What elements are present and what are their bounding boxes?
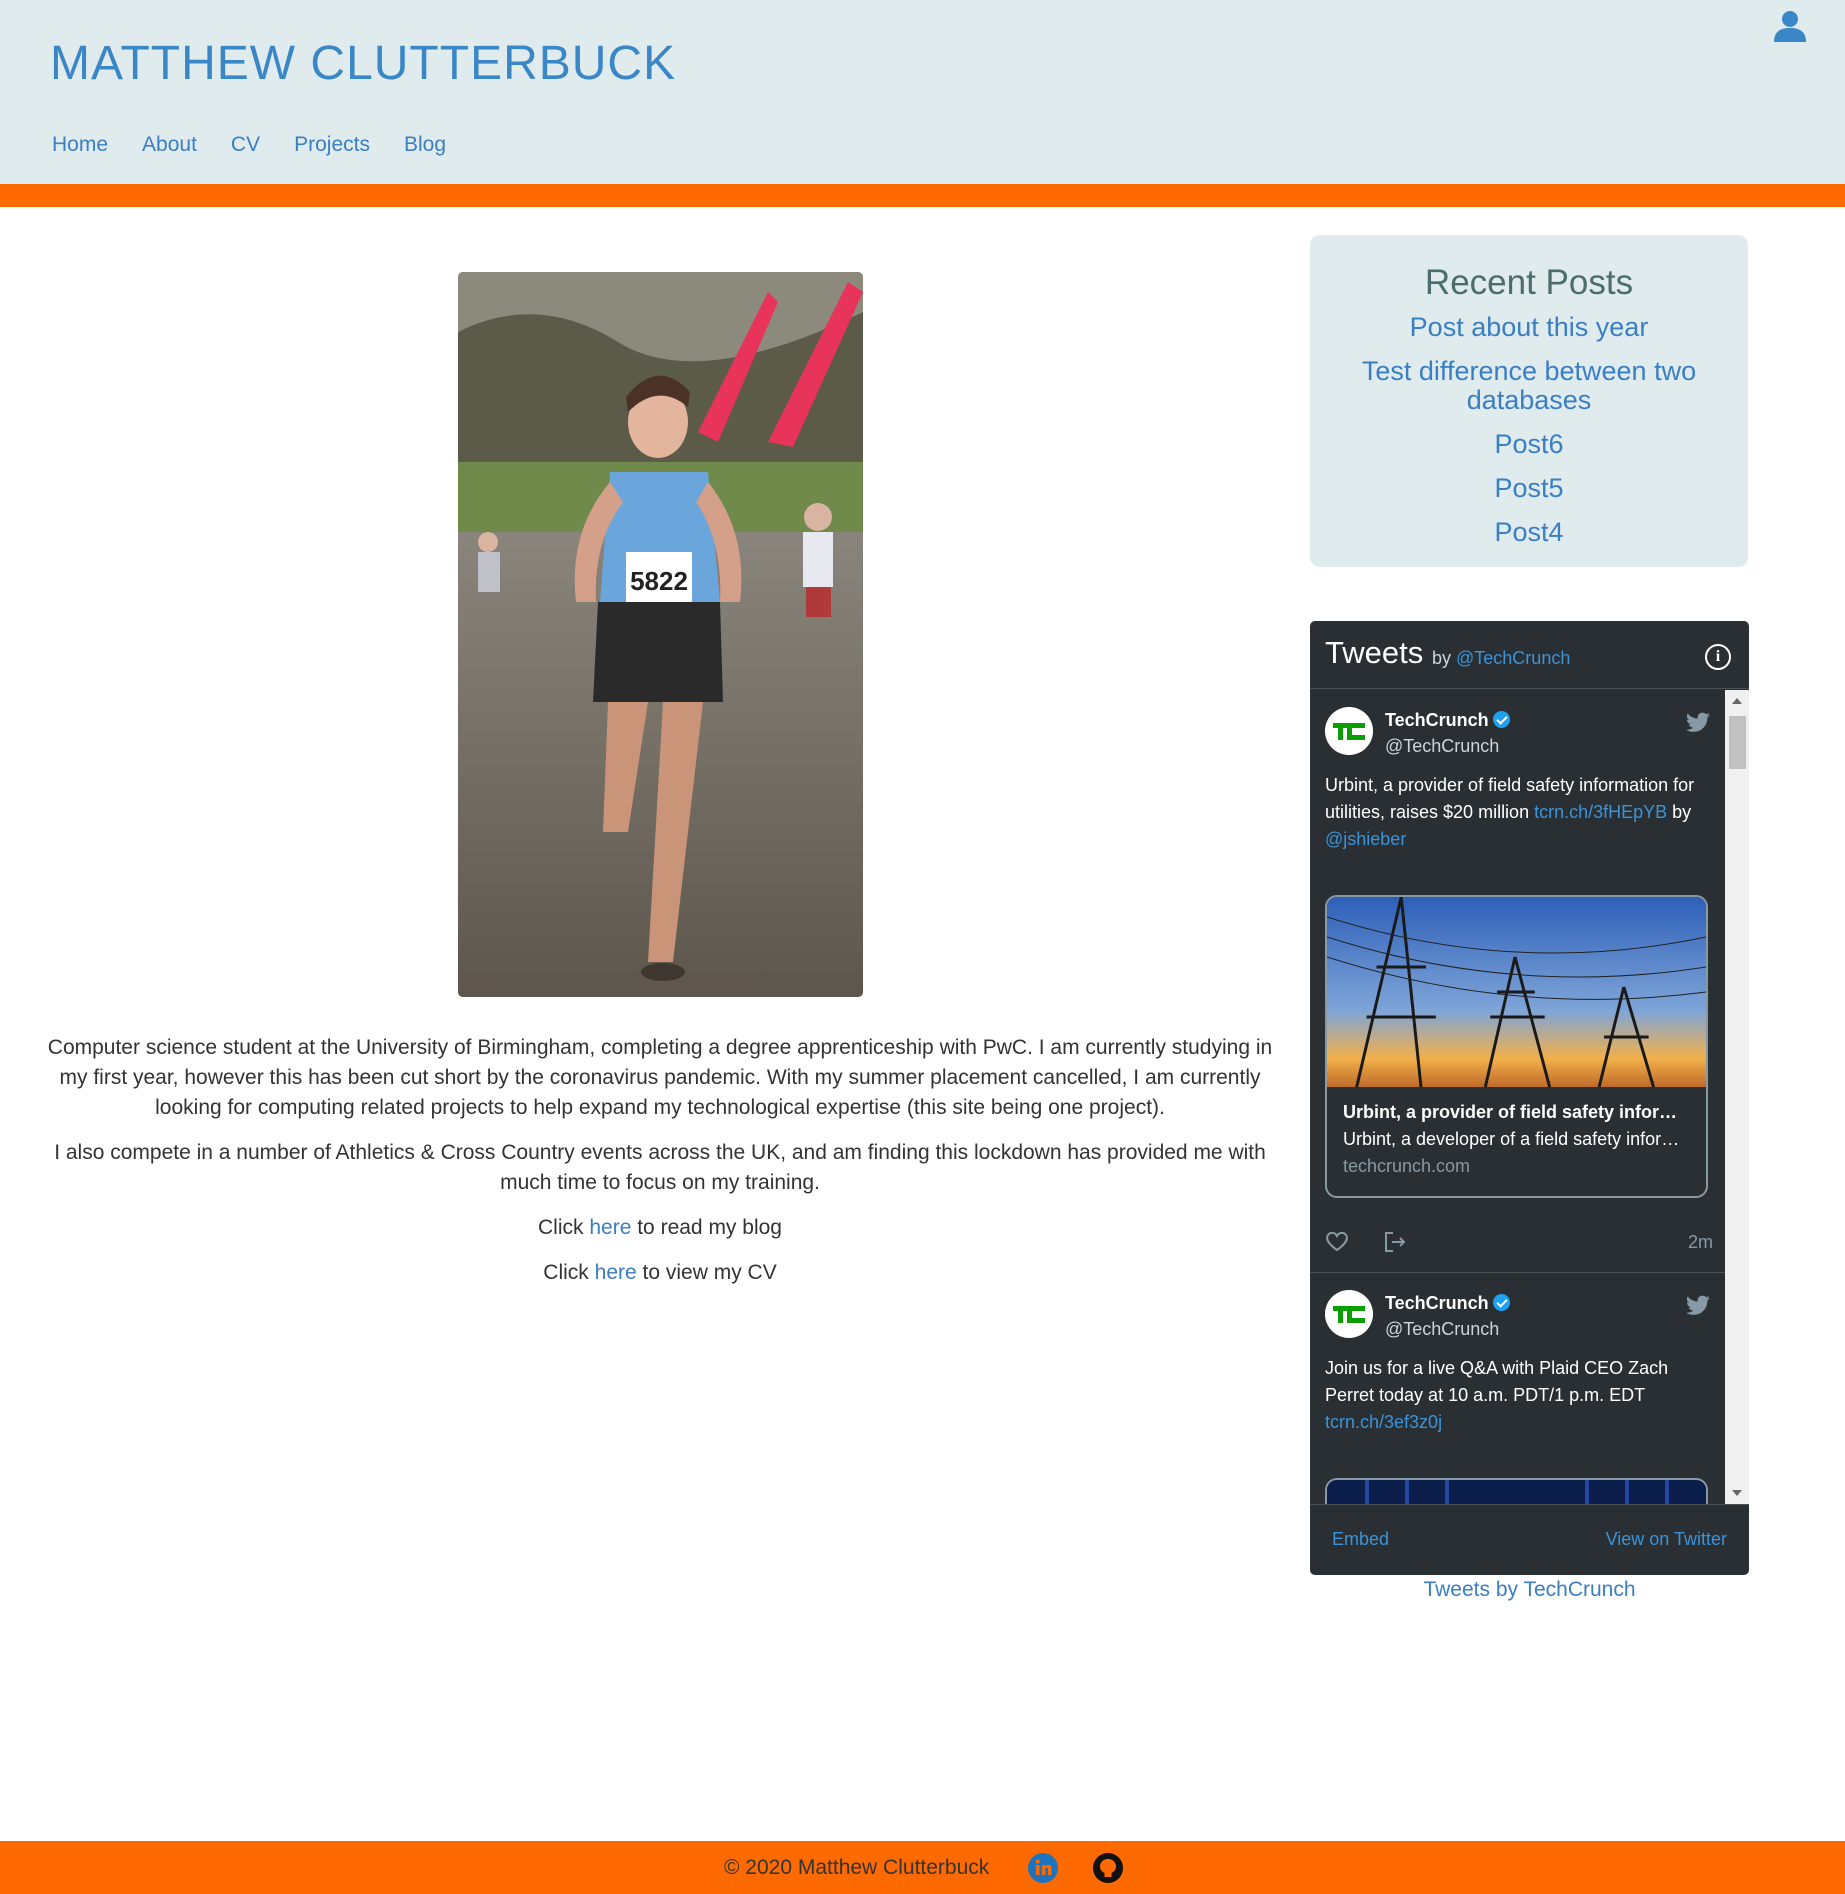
twitter-title: Tweets — [1325, 635, 1424, 670]
verified-icon — [1492, 1294, 1510, 1311]
linkedin-icon[interactable] — [1028, 1853, 1058, 1883]
tweet-link[interactable]: tcrn.ch/3ef3z0j — [1325, 1412, 1442, 1432]
twitter-handle-link[interactable]: @TechCrunch — [1456, 648, 1570, 668]
timeline-scrollbar[interactable] — [1725, 690, 1749, 1504]
tweet-text: Urbint, a provider of field safety infor… — [1325, 775, 1695, 849]
bio-paragraph-2: I also compete in a number of Athletics … — [54, 1141, 1266, 1194]
site-header: MATTHEW CLUTTERBUCK Home About CV Projec… — [0, 0, 1845, 184]
card-title: Urbint, a provider of field safety infor… — [1343, 1102, 1706, 1122]
tweet[interactable]: TechCrunch @TechCrunch Join us for a liv… — [1310, 1273, 1725, 1504]
bio-section: Computer science student at the Universi… — [40, 1033, 1280, 1303]
tweet-actions: 2m — [1325, 1228, 1713, 1258]
tweets-by-link[interactable]: Tweets by TechCrunch — [1310, 1578, 1749, 1602]
copyright-text: © 2020 Matthew Clutterbuck — [724, 1856, 990, 1879]
embed-link[interactable]: Embed — [1332, 1529, 1389, 1550]
github-icon[interactable] — [1093, 1853, 1123, 1883]
twitter-bird-icon[interactable] — [1685, 712, 1711, 734]
recent-posts-title: Recent Posts — [1424, 263, 1634, 302]
nav-projects[interactable]: Projects — [294, 133, 370, 157]
cv-line: Click here to view my CV — [543, 1261, 777, 1284]
recent-posts-panel: Recent Posts Post about this year Test d… — [1310, 235, 1748, 567]
card-description: Urbint, a developer of a field safety in… — [1343, 1129, 1706, 1149]
blog-link[interactable]: here — [589, 1216, 631, 1239]
twitter-header: Tweets by @TechCrunch i — [1310, 621, 1749, 689]
cv-link[interactable]: here — [595, 1261, 637, 1284]
scroll-up-icon[interactable] — [1732, 698, 1742, 704]
tweet-author-name[interactable]: TechCrunch — [1385, 710, 1510, 731]
runner-photo: 5822 — [458, 272, 863, 997]
recent-post-link[interactable]: Post about this year — [1310, 313, 1748, 342]
card-domain: techcrunch.com — [1343, 1156, 1471, 1176]
nav-about[interactable]: About — [142, 133, 197, 157]
info-icon[interactable]: i — [1705, 644, 1731, 670]
recent-post-link[interactable]: Post5 — [1310, 474, 1748, 503]
user-icon[interactable] — [1773, 10, 1807, 42]
techcrunch-avatar[interactable] — [1325, 707, 1373, 755]
header-accent-bar — [0, 184, 1845, 207]
twitter-timeline-widget: Tweets by @TechCrunch i TechCrunch @Tech… — [1310, 621, 1749, 1575]
tweet[interactable]: TechCrunch @TechCrunch Urbint, a provide… — [1310, 690, 1725, 1273]
recent-post-link[interactable]: Post4 — [1310, 518, 1748, 547]
tweet-author-handle[interactable]: @TechCrunch — [1385, 1319, 1499, 1340]
tweet-media-card[interactable] — [1325, 1478, 1708, 1504]
recent-post-link[interactable]: Post6 — [1310, 430, 1748, 459]
svg-text:5822: 5822 — [630, 566, 688, 596]
tweet-mention[interactable]: @jshieber — [1325, 829, 1406, 849]
nav-home[interactable]: Home — [52, 133, 108, 157]
view-on-twitter-link[interactable]: View on Twitter — [1606, 1529, 1727, 1550]
twitter-footer: Embed View on Twitter — [1310, 1504, 1749, 1575]
scroll-down-icon[interactable] — [1732, 1490, 1742, 1496]
like-icon[interactable] — [1325, 1230, 1349, 1252]
tweet-timestamp[interactable]: 2m — [1688, 1232, 1713, 1253]
recent-post-link[interactable]: Test difference between two databases — [1310, 357, 1748, 415]
card-image — [1327, 1480, 1706, 1504]
tweet-link[interactable]: tcrn.ch/3fHEpYB — [1534, 802, 1667, 822]
nav-cv[interactable]: CV — [231, 133, 260, 157]
twitter-bird-icon[interactable] — [1685, 1295, 1711, 1317]
site-footer: © 2020 Matthew Clutterbuck — [0, 1841, 1845, 1894]
share-icon[interactable] — [1383, 1230, 1407, 1254]
blog-line: Click here to read my blog — [538, 1216, 782, 1239]
tweet-feed[interactable]: TechCrunch @TechCrunch Urbint, a provide… — [1310, 690, 1725, 1504]
twitter-by-line: by @TechCrunch — [1432, 648, 1571, 668]
recent-posts-list: Post about this year Test difference bet… — [1310, 313, 1748, 547]
tweet-author-handle[interactable]: @TechCrunch — [1385, 736, 1499, 757]
bio-paragraph-1: Computer science student at the Universi… — [47, 1036, 1273, 1119]
nav-blog[interactable]: Blog — [404, 133, 446, 157]
tweet-text: Join us for a live Q&A with Plaid CEO Za… — [1325, 1358, 1669, 1432]
scroll-thumb[interactable] — [1729, 716, 1746, 769]
card-image — [1327, 897, 1706, 1087]
techcrunch-avatar[interactable] — [1325, 1290, 1373, 1338]
site-title[interactable]: MATTHEW CLUTTERBUCK — [50, 36, 676, 91]
verified-icon — [1492, 711, 1510, 728]
tweet-author-name[interactable]: TechCrunch — [1385, 1293, 1510, 1314]
main-nav: Home About CV Projects Blog — [52, 133, 446, 157]
tweet-link-card[interactable]: Urbint, a provider of field safety infor… — [1325, 895, 1708, 1198]
